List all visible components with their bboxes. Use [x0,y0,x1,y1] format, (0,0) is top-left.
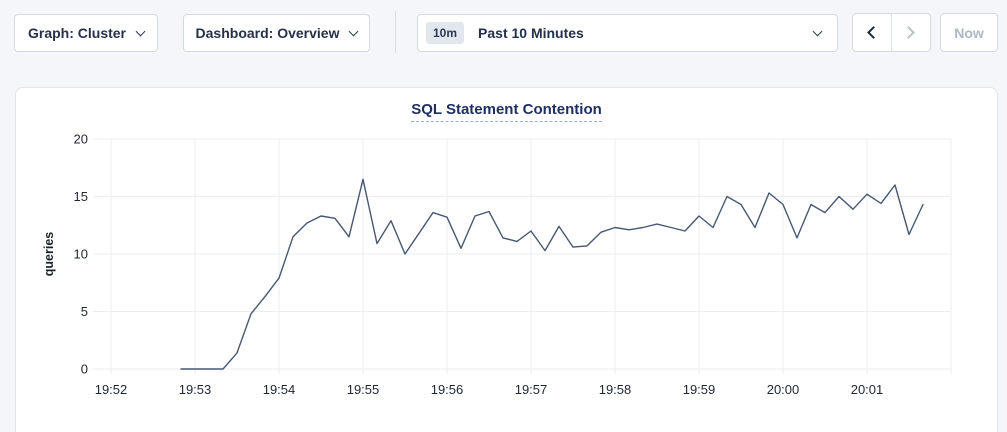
graph-dropdown-label: Graph: Cluster [28,25,126,41]
svg-text:queries: queries [42,232,56,277]
next-range-button[interactable] [892,14,931,51]
chevron-right-icon [902,26,915,39]
svg-text:19:54: 19:54 [263,382,296,397]
svg-text:5: 5 [81,304,88,319]
toolbar-divider [395,11,396,53]
chevron-down-icon [349,26,359,36]
chart-panel: SQL Statement Contention 0510152019:5219… [15,87,998,432]
previous-range-button[interactable] [853,14,892,51]
svg-text:19:58: 19:58 [599,382,632,397]
chevron-down-icon [813,27,823,37]
sql-statement-contention-chart: 0 5 10 15 20 19:52 19:53 19:54 19:55 19:56 19:57 19… [16,88,997,418]
svg-text:0: 0 [81,362,88,377]
time-range-label: Past 10 Minutes [478,25,584,41]
time-step-buttons [852,13,931,52]
time-range-badge: 10m [426,22,464,44]
dashboard-dropdown-label: Dashboard: Overview [196,25,340,41]
svg-text:19:53: 19:53 [179,382,212,397]
chevron-down-icon [136,26,146,36]
svg-text:10: 10 [74,247,88,262]
svg-text:20:00: 20:00 [767,382,800,397]
now-button-label: Now [954,25,984,41]
toolbar: Graph: Cluster Dashboard: Overview 10m P… [0,0,1007,68]
now-button[interactable]: Now [940,13,998,52]
svg-text:19:55: 19:55 [347,382,380,397]
svg-text:20:01: 20:01 [851,382,884,397]
svg-text:19:52: 19:52 [95,382,128,397]
chevron-left-icon [867,26,880,39]
svg-text:19:59: 19:59 [683,382,716,397]
svg-text:15: 15 [74,189,88,204]
time-range-picker[interactable]: 10m Past 10 Minutes [417,14,838,52]
svg-text:20: 20 [74,132,88,147]
svg-text:19:57: 19:57 [515,382,548,397]
graph-dropdown[interactable]: Graph: Cluster [14,14,158,52]
dashboard-dropdown[interactable]: Dashboard: Overview [183,14,370,52]
svg-text:19:56: 19:56 [431,382,464,397]
